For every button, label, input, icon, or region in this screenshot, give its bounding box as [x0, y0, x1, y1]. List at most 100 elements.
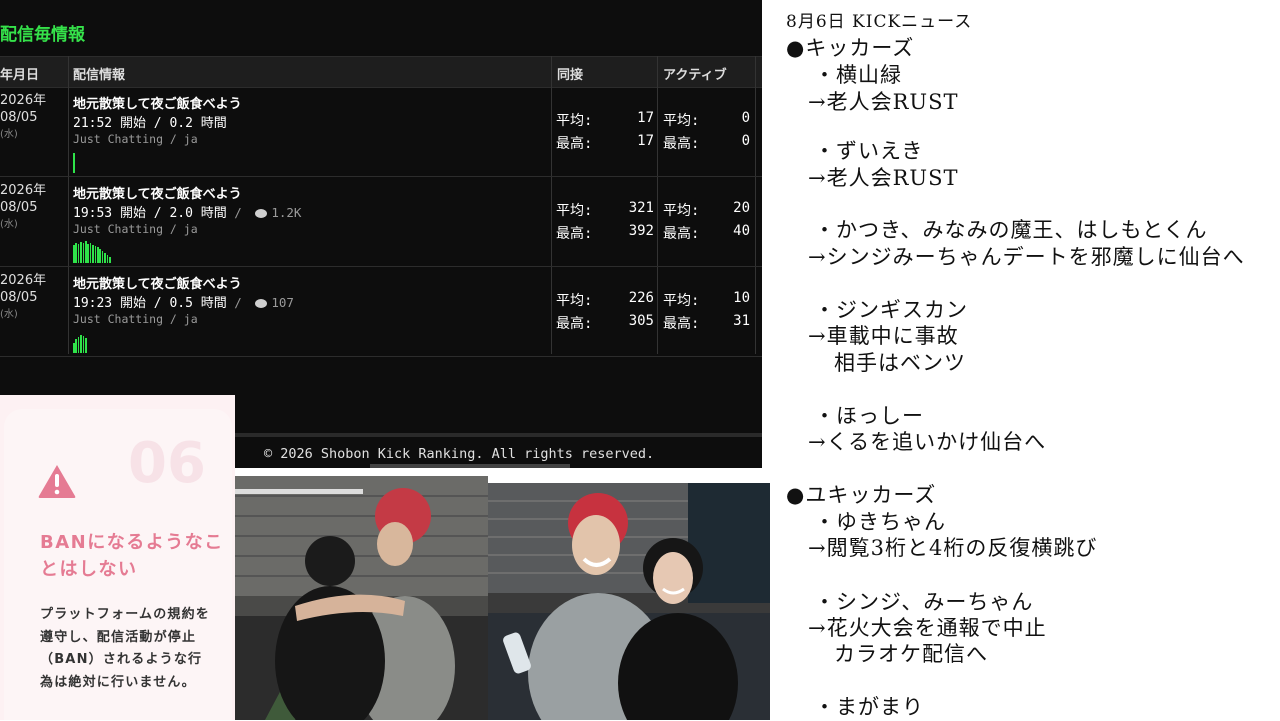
- date-weekday: (水): [0, 309, 18, 320]
- date-monthday: 08/05: [0, 290, 38, 305]
- max-label: 最高:: [663, 136, 700, 152]
- news-line: ●キッカーズ: [786, 36, 915, 60]
- warning-icon: [38, 465, 76, 498]
- stream-category: Just Chatting / ja: [73, 132, 198, 146]
- spark-bar: [94, 246, 97, 263]
- spark-bar: [73, 245, 75, 263]
- row-date: 2026年 08/05 (水): [0, 182, 46, 233]
- news-notepad: 8月6日 KICKニュース ●キッカーズ ・横山緑 →老人会RUST ・ずいえき…: [770, 0, 1280, 720]
- viewers-max: 最高: 392: [556, 223, 654, 243]
- viewers-max: 最高: 17: [556, 133, 654, 153]
- avg-value: 17: [637, 110, 654, 126]
- max-value: 0: [741, 133, 750, 149]
- avg-label: 平均:: [556, 203, 593, 219]
- header-date[interactable]: 年月日: [0, 64, 39, 83]
- spark-bar: [85, 338, 87, 353]
- viewers-avg: 平均: 226: [556, 290, 654, 310]
- header-viewers[interactable]: 同接: [557, 64, 583, 83]
- stream-title[interactable]: 地元散策して夜ご飯食べよう: [73, 183, 242, 202]
- avg-label: 平均:: [556, 113, 593, 129]
- max-value: 305: [628, 313, 654, 329]
- news-line: →くるを追いかけ仙台へ: [808, 430, 1047, 454]
- stream-time: 19:23 開始 / 0.5 時間 / 107: [73, 292, 294, 311]
- spark-bar: [101, 251, 104, 263]
- avg-value: 20: [733, 200, 750, 216]
- date-monthday: 08/05: [0, 110, 38, 125]
- active-max: 最高: 0: [663, 133, 750, 153]
- start-time: 21:52 開始 / 0.2 時間: [73, 116, 227, 131]
- rule-card: 06 BANになるようなことはしない プラットフォームの規約を遵守し、配信活動が…: [0, 395, 235, 720]
- header-info[interactable]: 配信情報: [73, 64, 125, 83]
- stream-title[interactable]: 地元散策して夜ご飯食べよう: [73, 93, 242, 112]
- table-row[interactable]: 2026年 08/05 (水) 地元散策して夜ご飯食べよう 19:23 開始 /…: [0, 267, 762, 357]
- chat-bubble-icon: [255, 299, 268, 308]
- spark-bar: [106, 255, 109, 263]
- max-label: 最高:: [556, 226, 593, 242]
- date-monthday: 08/05: [0, 200, 38, 215]
- viewer-sparkline: [73, 240, 133, 263]
- max-label: 最高:: [663, 226, 700, 242]
- active-max: 最高: 40: [663, 223, 750, 243]
- stream-time: 19:53 開始 / 2.0 時間 / 1.2K: [73, 202, 301, 221]
- stream-time: 21:52 開始 / 0.2 時間: [73, 112, 227, 131]
- stream-category: Just Chatting / ja: [73, 312, 198, 326]
- chat-count: 107: [271, 295, 294, 310]
- avg-label: 平均:: [663, 203, 700, 219]
- rule-number: 06: [128, 431, 206, 496]
- rule-description: プラットフォームの規約を遵守し、配信活動が停止（BAN）されるような行為は絶対に…: [40, 607, 211, 690]
- spark-bar: [104, 253, 106, 263]
- viewer-sparkline: [73, 150, 133, 173]
- spark-bar: [77, 337, 80, 353]
- active-avg: 平均: 20: [663, 200, 750, 220]
- viewers-avg: 平均: 17: [556, 110, 654, 130]
- spark-bar: [97, 247, 99, 263]
- active-avg: 平均: 0: [663, 110, 750, 130]
- news-line: →老人会RUST: [808, 166, 959, 190]
- news-line: ・かつき、みなみの魔王、はしもとくん: [814, 218, 1208, 242]
- news-line: ・まがまり: [814, 695, 924, 719]
- stream-category: Just Chatting / ja: [73, 222, 198, 236]
- section-title: 配信毎情報: [0, 25, 85, 45]
- date-year: 2026年: [0, 183, 47, 198]
- spark-bar: [77, 244, 80, 263]
- news-line: →シンジみーちゃんデートを邪魔しに仙台へ: [808, 245, 1245, 269]
- spark-bar: [80, 335, 82, 353]
- news-line: 相手はベンツ: [834, 351, 966, 375]
- spark-bar: [73, 153, 75, 173]
- spark-bar: [75, 339, 77, 353]
- separator: /: [226, 205, 250, 220]
- avg-label: 平均:: [556, 293, 593, 309]
- news-line: カラオケ配信へ: [834, 642, 988, 666]
- news-title: 8月6日 KICKニュース: [786, 12, 973, 32]
- header-active[interactable]: アクティブ: [663, 64, 727, 83]
- news-line: ・ずいえき: [814, 139, 924, 163]
- stream-title[interactable]: 地元散策して夜ご飯食べよう: [73, 273, 242, 292]
- table-header: 年月日 配信情報 同接 アクティブ: [0, 56, 762, 88]
- table-row[interactable]: 2026年 08/05 (水) 地元散策して夜ご飯食べよう 19:53 開始 /…: [0, 177, 762, 267]
- chat-count: 1.2K: [271, 205, 302, 220]
- avg-label: 平均:: [663, 293, 700, 309]
- separator: /: [226, 295, 250, 310]
- viewers-max: 最高: 305: [556, 313, 654, 333]
- avg-value: 226: [628, 290, 654, 306]
- news-line: ●ユキッカーズ: [786, 483, 937, 507]
- spark-bar: [82, 243, 85, 263]
- active-max: 最高: 31: [663, 313, 750, 333]
- spark-bar: [89, 243, 92, 263]
- rule-card-body: 06 BANになるようなことはしない プラットフォームの規約を遵守し、配信活動が…: [4, 409, 232, 720]
- spark-bar: [92, 245, 94, 263]
- row-date: 2026年 08/05 (水): [0, 272, 46, 323]
- chat-bubble-icon: [255, 209, 268, 218]
- max-label: 最高:: [663, 316, 700, 332]
- spark-bar: [75, 243, 77, 263]
- date-year: 2026年: [0, 93, 47, 108]
- stream-photo-right: [488, 483, 770, 720]
- max-label: 最高:: [556, 136, 593, 152]
- table-row[interactable]: 2026年 08/05 (水) 地元散策して夜ご飯食べよう 21:52 開始 /…: [0, 87, 762, 177]
- max-value: 40: [733, 223, 750, 239]
- start-time: 19:23 開始 / 0.5 時間: [73, 296, 227, 311]
- spark-bar: [85, 241, 87, 263]
- rule-heading: BANになるようなことはしない: [40, 532, 224, 580]
- max-value: 17: [637, 133, 654, 149]
- news-line: →車載中に事故: [808, 324, 959, 348]
